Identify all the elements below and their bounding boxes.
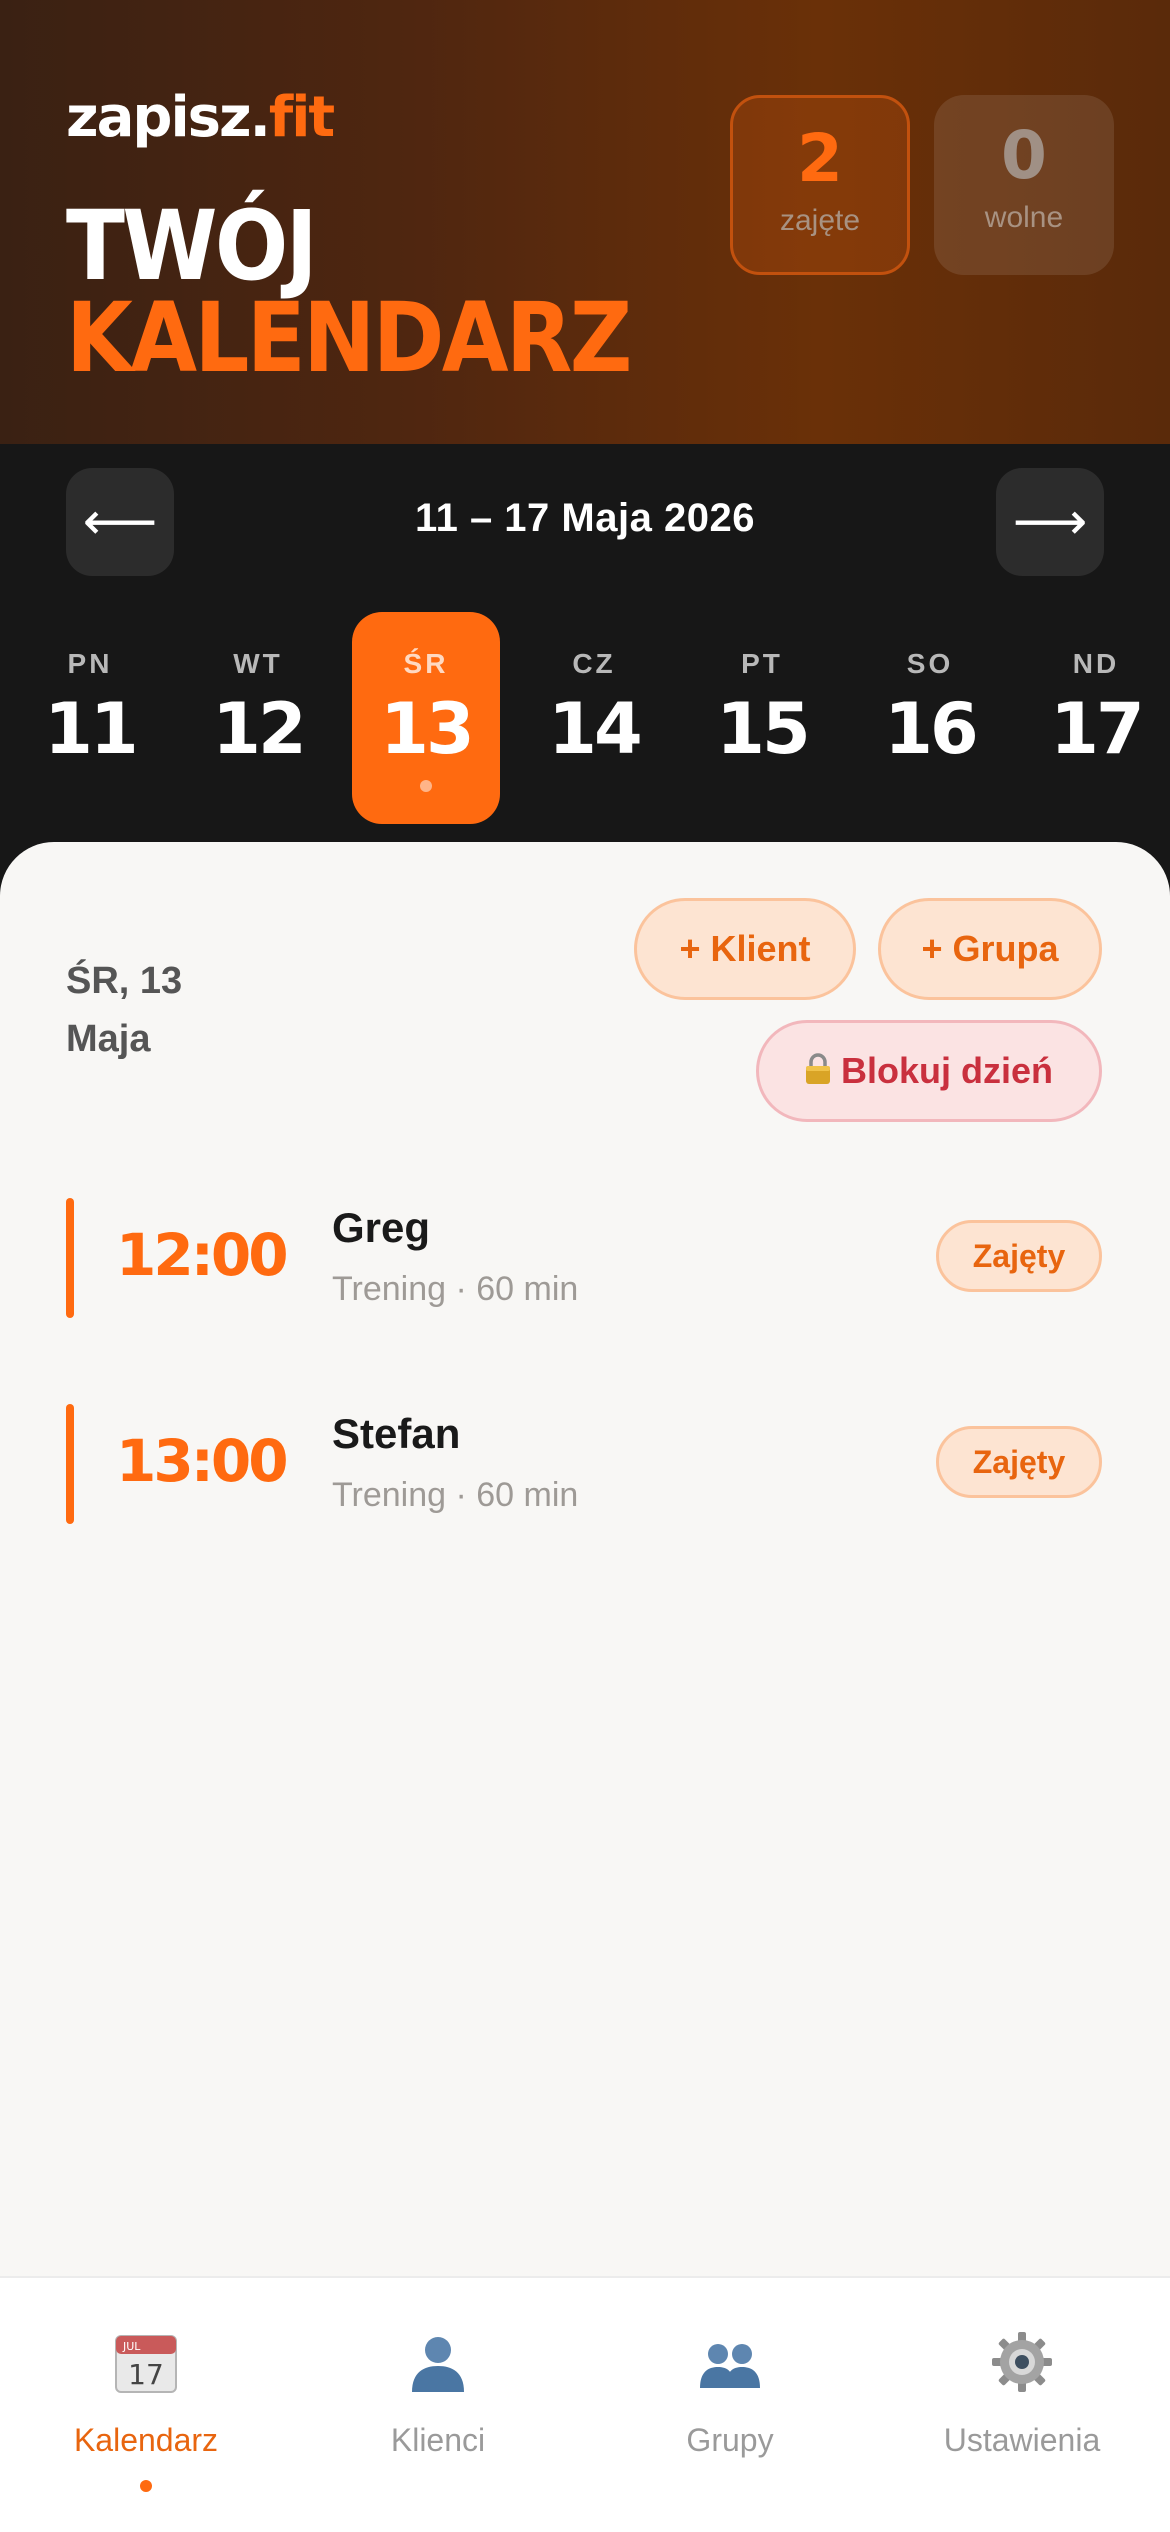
svg-text:JUL: JUL bbox=[122, 2340, 141, 2353]
page-title: TWÓJ KALENDARZ bbox=[66, 190, 632, 394]
calendar-icon: JUL 17 bbox=[115, 2335, 177, 2393]
free-count-value: 0 bbox=[1001, 117, 1047, 194]
tab-label: Grupy bbox=[686, 2422, 774, 2458]
selected-date: ŚR, 13 Maja bbox=[66, 952, 326, 1068]
busy-count-label: zajęte bbox=[779, 204, 861, 237]
busy-count-value: 2 bbox=[797, 120, 843, 197]
busy-count-card: 2 zajęte bbox=[730, 95, 910, 275]
appointment-accent-bar bbox=[66, 1198, 74, 1318]
day-tue[interactable]: WT 12 bbox=[184, 612, 332, 824]
tab-label: Ustawienia bbox=[943, 2422, 1101, 2458]
day-number: 11 bbox=[44, 688, 138, 770]
day-wed[interactable]: ŚR 13 bbox=[352, 612, 500, 824]
logo-part2: fit bbox=[268, 85, 335, 150]
free-count-card: 0 wolne bbox=[934, 95, 1114, 275]
tab-groups[interactable]: Grupy bbox=[584, 2278, 876, 2532]
day-name: SO bbox=[906, 648, 954, 679]
appointment-client-name: Stefan bbox=[332, 1410, 461, 1457]
arrow-right-icon: ⟶ bbox=[1012, 493, 1088, 551]
tab-calendar[interactable]: JUL 17 Kalendarz bbox=[0, 2278, 292, 2532]
tab-clients[interactable]: Klienci bbox=[292, 2278, 584, 2532]
bottom-tab-bar: JUL 17 Kalendarz Klienci Grupy Ustawieni… bbox=[0, 2276, 1170, 2532]
day-name: ND bbox=[1072, 648, 1120, 679]
day-name: PN bbox=[67, 648, 113, 679]
status-badge: Zajęty bbox=[936, 1426, 1102, 1498]
add-group-button[interactable]: + Grupa bbox=[878, 898, 1102, 1000]
selected-date-line1: ŚR, 13 bbox=[66, 960, 183, 1002]
next-week-button[interactable]: ⟶ bbox=[996, 468, 1104, 576]
day-sat[interactable]: SO 16 bbox=[856, 612, 1004, 824]
selected-date-line2: Maja bbox=[66, 1018, 151, 1060]
appointment-row[interactable]: 12:00 Greg Trening · 60 min Zajęty bbox=[0, 1198, 1170, 1318]
appointment-accent-bar bbox=[66, 1404, 74, 1524]
day-mon[interactable]: PN 11 bbox=[16, 612, 164, 824]
week-navigation: ⟵ 11 – 17 Maja 2026 ⟶ PN 11 WT 12 ŚR 13 … bbox=[0, 444, 1170, 864]
status-badge: Zajęty bbox=[936, 1220, 1102, 1292]
appointment-row[interactable]: 13:00 Stefan Trening · 60 min Zajęty bbox=[0, 1404, 1170, 1524]
group-icon bbox=[700, 2344, 760, 2388]
selected-day-dot bbox=[420, 780, 432, 792]
day-name: ŚR bbox=[403, 648, 449, 679]
day-sheet: ŚR, 13 Maja + Klient + Grupa Blokuj dzie… bbox=[0, 842, 1170, 2280]
add-client-button[interactable]: + Klient bbox=[634, 898, 856, 1000]
tab-label: Klienci bbox=[390, 2422, 486, 2458]
person-icon bbox=[412, 2337, 464, 2392]
block-day-label: Blokuj dzień bbox=[840, 1050, 1053, 1091]
week-range: 11 – 17 Maja 2026 bbox=[415, 496, 755, 540]
day-number: 17 bbox=[1050, 688, 1144, 770]
day-number: 13 bbox=[380, 688, 474, 770]
day-number: 15 bbox=[716, 688, 810, 770]
appointment-meta: Trening · 60 min bbox=[332, 1476, 579, 1514]
day-number: 12 bbox=[212, 688, 306, 770]
gear-icon bbox=[992, 2332, 1052, 2392]
day-number: 16 bbox=[884, 688, 978, 770]
page-title-line2: KALENDARZ bbox=[66, 282, 632, 394]
day-name: PT bbox=[741, 648, 783, 679]
tab-label: Kalendarz bbox=[73, 2422, 219, 2458]
header: zapisz.fit TWÓJ KALENDARZ 2 zajęte 0 wol… bbox=[0, 0, 1170, 444]
day-name: WT bbox=[233, 648, 283, 679]
block-day-button[interactable]: Blokuj dzień bbox=[756, 1020, 1102, 1122]
lock-icon bbox=[805, 1053, 830, 1085]
page-title-line1: TWÓJ bbox=[66, 190, 318, 302]
appointment-client-name: Greg bbox=[332, 1204, 431, 1251]
day-sun[interactable]: ND 17 bbox=[1022, 612, 1170, 824]
day-fri[interactable]: PT 15 bbox=[688, 612, 836, 824]
free-count-label: wolne bbox=[984, 201, 1064, 234]
active-tab-dot bbox=[140, 2480, 152, 2492]
appointment-time: 13:00 bbox=[116, 1427, 289, 1495]
logo-part1: zapisz. bbox=[66, 85, 271, 150]
day-name: CZ bbox=[572, 648, 616, 679]
appointment-time: 12:00 bbox=[116, 1221, 289, 1289]
day-thu[interactable]: CZ 14 bbox=[520, 612, 668, 824]
logo: zapisz.fit bbox=[66, 90, 335, 146]
day-number: 14 bbox=[548, 688, 642, 770]
appointment-meta: Trening · 60 min bbox=[332, 1270, 579, 1308]
tab-settings[interactable]: Ustawienia bbox=[876, 2278, 1168, 2532]
svg-text:17: 17 bbox=[128, 2358, 164, 2391]
